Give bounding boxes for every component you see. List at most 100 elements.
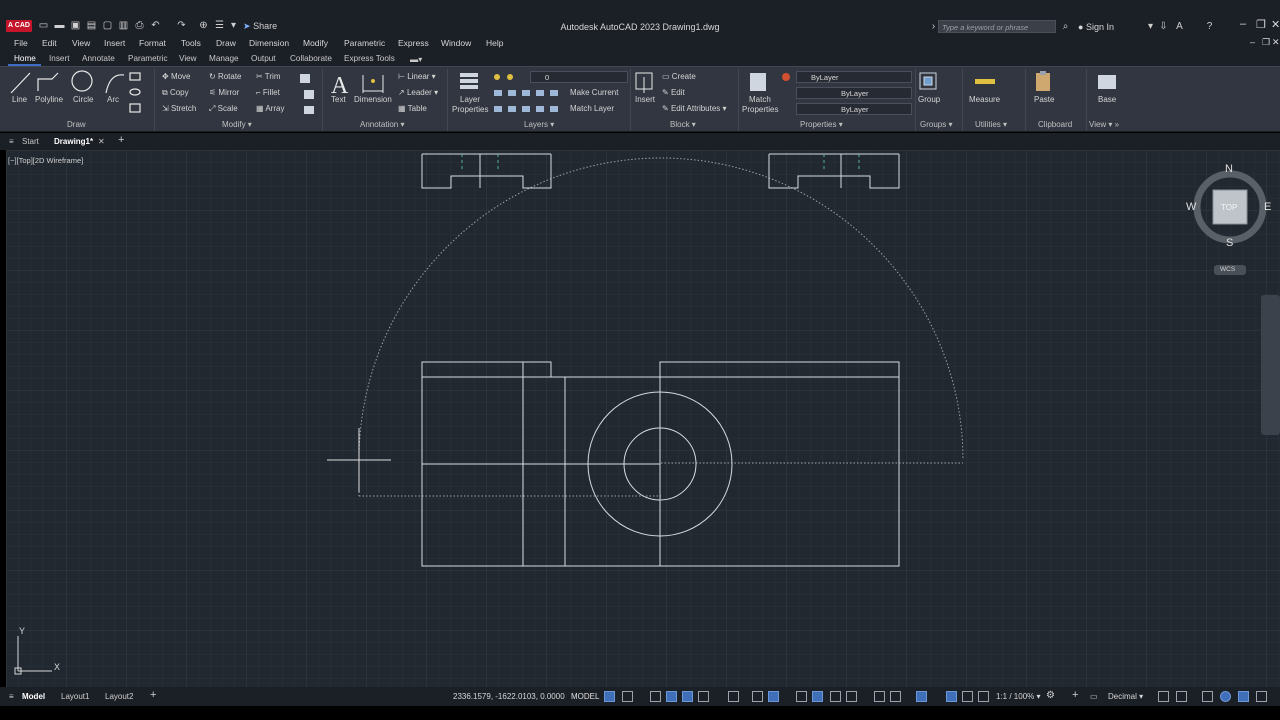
tab-layout2[interactable]: Layout2 <box>105 692 133 701</box>
new-tab-icon[interactable]: + <box>118 134 124 146</box>
drawing-area[interactable] <box>6 150 1280 687</box>
layer-properties-button[interactable]: Layer <box>460 95 480 104</box>
menu-express[interactable]: Express <box>398 38 429 48</box>
drawing-canvas[interactable]: [−][Top][2D Wireframe] N S E W TOP WCS Y… <box>6 150 1280 687</box>
lock-ui-icon[interactable] <box>1176 691 1187 702</box>
match-layer-button[interactable]: Match Layer <box>570 104 614 113</box>
annotation-visibility-icon[interactable] <box>946 691 957 702</box>
minimize-icon[interactable]: – <box>1240 18 1246 30</box>
circle-button[interactable]: Circle <box>73 95 93 104</box>
3d-osnap-icon[interactable] <box>846 691 857 702</box>
close-tab-icon[interactable]: ✕ <box>98 137 105 146</box>
doc-minimize-icon[interactable]: – <box>1250 37 1255 47</box>
tab-collaborate[interactable]: Collaborate <box>290 54 332 63</box>
viewport-controls[interactable]: [−][Top][2D Wireframe] <box>8 156 83 165</box>
polar-tracking-icon[interactable] <box>698 691 709 702</box>
isolate-objects-icon[interactable] <box>1202 691 1213 702</box>
infer-constraints-icon[interactable] <box>650 691 661 702</box>
units-dropdown[interactable]: Decimal ▾ <box>1108 692 1143 701</box>
tab-annotate[interactable]: Annotate <box>82 54 115 63</box>
layout-menu-icon[interactable]: ≡ <box>9 692 14 701</box>
stretch-button[interactable]: ⇲ Stretch <box>162 104 196 113</box>
clean-screen-icon[interactable] <box>1238 691 1249 702</box>
menu-help[interactable]: Help <box>486 38 503 48</box>
lineweight-icon[interactable] <box>796 691 807 702</box>
auto-scale-icon[interactable] <box>962 691 973 702</box>
doc-restore-icon[interactable]: ❐ <box>1262 37 1270 48</box>
dynamic-input-icon[interactable] <box>666 691 677 702</box>
selection-cycling-icon[interactable] <box>830 691 841 702</box>
make-current-button[interactable]: Make Current <box>570 88 618 97</box>
paste-button[interactable]: Paste <box>1034 95 1054 104</box>
clipboard-panel-title[interactable]: Clipboard <box>1038 120 1072 129</box>
arc-button[interactable]: Arc <box>107 95 119 104</box>
menu-view[interactable]: View <box>72 38 90 48</box>
menu-draw[interactable]: Draw <box>216 38 236 48</box>
menu-dimension[interactable]: Dimension <box>249 38 289 48</box>
view-panel-title[interactable]: View ▾ » <box>1089 120 1119 129</box>
text-button[interactable]: Text <box>331 95 346 104</box>
edit-block-button[interactable]: ✎ Edit <box>662 88 685 97</box>
menu-icon[interactable]: ≡ <box>9 137 14 146</box>
tab-model[interactable]: Model <box>22 692 45 701</box>
coordinate-readout[interactable]: 2336.1579, -1622.0103, 0.0000 <box>453 692 565 701</box>
annotation-scale-readout[interactable]: 1:1 / 100% ▾ <box>996 692 1041 701</box>
tab-output[interactable]: Output <box>251 54 276 63</box>
menu-file[interactable]: File <box>14 38 28 48</box>
signin-dropdown-icon[interactable]: ▾ <box>1145 21 1156 32</box>
modify-panel-title[interactable]: Modify ▾ <box>222 120 252 129</box>
customization-icon[interactable] <box>1256 691 1267 702</box>
color-dropdown[interactable]: ByLayer <box>796 71 912 83</box>
annotation-panel-title[interactable]: Annotation ▾ <box>360 120 405 129</box>
menu-format[interactable]: Format <box>139 38 166 48</box>
properties-panel-title[interactable]: Properties ▾ <box>800 120 843 129</box>
table-button[interactable]: ▦ Table <box>398 104 427 113</box>
tab-express-tools[interactable]: Express Tools <box>344 54 395 63</box>
tab-parametric[interactable]: Parametric <box>128 54 168 63</box>
object-snap-tracking-icon[interactable] <box>752 691 763 702</box>
isodraft-icon[interactable] <box>728 691 739 702</box>
tab-start[interactable]: Start <box>22 137 39 146</box>
lineweight-dropdown[interactable]: ByLayer <box>796 103 912 115</box>
trim-button[interactable]: ✂ Trim <box>256 72 280 81</box>
polyline-button[interactable]: Polyline <box>35 95 63 104</box>
autodesk-a360-icon[interactable]: A <box>1174 21 1185 32</box>
viewcube-south[interactable]: S <box>1226 237 1233 249</box>
copy-button[interactable]: ⧉ Copy <box>162 88 189 98</box>
block-panel-title[interactable]: Block ▾ <box>670 120 696 129</box>
dynamic-ucs-icon[interactable] <box>874 691 885 702</box>
base-view-button[interactable]: Base <box>1098 95 1116 104</box>
gizmo-icon[interactable] <box>916 691 927 702</box>
viewcube-east[interactable]: E <box>1264 201 1271 213</box>
tab-layout1[interactable]: Layout1 <box>61 692 89 701</box>
menu-insert[interactable]: Insert <box>104 38 125 48</box>
insert-block-button[interactable]: Insert <box>635 95 655 104</box>
array-button[interactable]: ▦ Array <box>256 104 284 113</box>
viewcube-top-face[interactable]: TOP <box>1221 203 1237 212</box>
sign-in-button[interactable]: ● Sign In <box>1078 22 1114 32</box>
doc-close-icon[interactable]: ✕ <box>1272 37 1280 48</box>
viewcube-west[interactable]: W <box>1186 201 1196 213</box>
layers-panel-title[interactable]: Layers ▾ <box>524 120 554 129</box>
transparency-icon[interactable] <box>812 691 823 702</box>
mirror-button[interactable]: ⚟ Mirror <box>209 88 239 97</box>
annotation-scale-icon[interactable] <box>978 691 989 702</box>
measure-button[interactable]: Measure <box>969 95 1000 104</box>
draw-panel-title[interactable]: Draw <box>67 120 86 129</box>
workspace-gear-icon[interactable]: ⚙ <box>1046 690 1055 701</box>
layer-dropdown[interactable]: 0 <box>530 71 628 83</box>
wcs-label[interactable]: WCS <box>1220 266 1235 273</box>
menu-window[interactable]: Window <box>441 38 471 48</box>
scale-button[interactable]: ⤢ Scale <box>209 104 238 114</box>
menu-edit[interactable]: Edit <box>42 38 57 48</box>
navigation-bar[interactable] <box>1261 295 1280 435</box>
tab-manage[interactable]: Manage <box>209 54 239 63</box>
create-block-button[interactable]: ▭ Create <box>662 72 696 81</box>
close-icon[interactable]: ✕ <box>1271 18 1280 31</box>
viewcube-north[interactable]: N <box>1225 163 1233 175</box>
dimension-button[interactable]: Dimension <box>354 95 392 104</box>
selection-filter-icon[interactable] <box>890 691 901 702</box>
menu-tools[interactable]: Tools <box>181 38 201 48</box>
line-button[interactable]: Line <box>12 95 27 104</box>
group-button[interactable]: Group <box>918 95 940 104</box>
